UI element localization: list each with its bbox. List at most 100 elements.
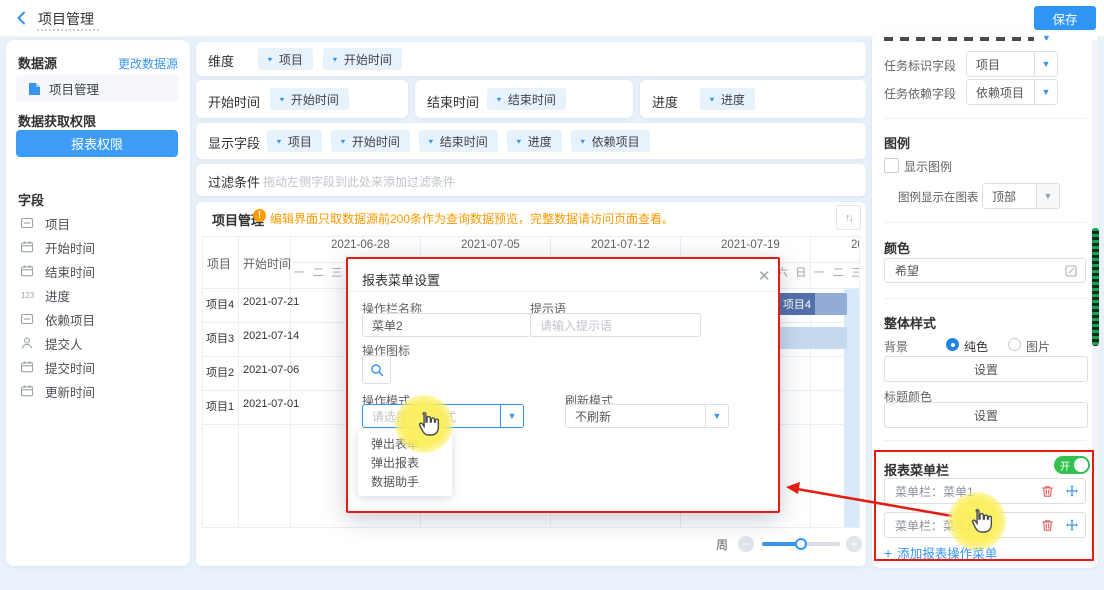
filter-placeholder[interactable]: 拖动左侧字段到此处来添加过滤条件 bbox=[263, 173, 455, 190]
task-dep-label: 任务依赖字段 bbox=[884, 85, 956, 102]
field-label: 进度 bbox=[45, 286, 70, 305]
zoom-unit-label: 周 bbox=[716, 536, 728, 553]
name-input[interactable]: 菜单2 bbox=[362, 313, 531, 337]
dimension-pills: ▼项目 ▼开始时间 bbox=[258, 48, 402, 70]
bg-set-button[interactable]: 设置 bbox=[884, 356, 1088, 382]
field-pill[interactable]: ▼依赖项目 bbox=[571, 130, 650, 152]
dropdown-option-弹出报表[interactable]: 弹出报表 bbox=[358, 453, 452, 472]
field-pill[interactable]: ▼开始时间 bbox=[270, 88, 349, 110]
color-title: 颜色 bbox=[884, 238, 910, 257]
search-icon bbox=[370, 363, 384, 377]
week-label: 2021-06-28 bbox=[331, 239, 390, 251]
caret-down-icon: ▼ bbox=[1036, 184, 1059, 208]
field-pill[interactable]: ▼开始时间 bbox=[331, 130, 410, 152]
gantt-row-start: 2021-07-14 bbox=[243, 330, 299, 342]
weekday-label: 二 bbox=[309, 264, 328, 280]
caret-down-icon: ▼ bbox=[275, 137, 283, 144]
sidebar-field-依赖项目[interactable]: 依赖项目 bbox=[20, 307, 180, 331]
field-pill[interactable]: ▼进度 bbox=[700, 88, 755, 110]
radio-solid-label: 纯色 bbox=[964, 338, 988, 355]
radio-image[interactable] bbox=[1008, 338, 1021, 351]
progress-pill-wrap: ▼进度 bbox=[700, 88, 755, 110]
panel-scrollbar-thumb[interactable] bbox=[1092, 228, 1099, 346]
toggle-on-label: 开 bbox=[1060, 458, 1070, 473]
caret-down-icon: ▼ bbox=[705, 405, 728, 427]
save-button[interactable]: 保存 bbox=[1034, 6, 1096, 30]
toggle-knob bbox=[1074, 458, 1088, 472]
field-pill[interactable]: ▼结束时间 bbox=[419, 130, 498, 152]
icon-picker-button[interactable] bbox=[362, 355, 391, 384]
legend-checkbox[interactable] bbox=[884, 158, 899, 173]
week-label: 2021-07-26 bbox=[851, 239, 859, 251]
radio-solid[interactable] bbox=[946, 338, 959, 351]
style-title: 整体样式 bbox=[884, 313, 936, 332]
back-icon[interactable] bbox=[14, 10, 30, 26]
end-pill-wrap: ▼结束时间 bbox=[487, 88, 566, 110]
close-icon[interactable]: ✕ bbox=[758, 267, 771, 285]
legend-pos-select[interactable]: 顶部▼ bbox=[982, 183, 1060, 209]
edit-icon[interactable] bbox=[1065, 265, 1077, 277]
dropdown-option-数据助手[interactable]: 数据助手 bbox=[358, 472, 452, 491]
field-pill[interactable]: ▼开始时间 bbox=[323, 48, 402, 70]
sort-icon[interactable]: ↑↓ bbox=[836, 205, 861, 230]
weekday-label: 一 bbox=[810, 264, 829, 280]
field-label: 提交人 bbox=[45, 334, 83, 353]
gantt-row-start: 2021-07-06 bbox=[243, 364, 299, 376]
caret-down-icon: ▼ bbox=[1034, 80, 1057, 104]
field-pill[interactable]: ▼进度 bbox=[507, 130, 562, 152]
field-pill[interactable]: ▼项目 bbox=[258, 48, 313, 70]
datasource-item[interactable]: 项目管理 bbox=[16, 75, 178, 102]
sidebar-field-结束时间[interactable]: 结束时间 bbox=[20, 259, 180, 283]
bg-label: 背景 bbox=[884, 338, 908, 355]
zoom-in-button[interactable]: + bbox=[846, 536, 862, 552]
caret-down-icon: ▼ bbox=[339, 137, 347, 144]
sidebar-field-进度[interactable]: 123进度 bbox=[20, 283, 180, 307]
divider bbox=[884, 440, 1086, 441]
task-dep-select[interactable]: 依赖项目▼ bbox=[966, 79, 1058, 105]
caret-down-icon: ▼ bbox=[1034, 52, 1057, 76]
sidebar-field-项目[interactable]: 项目 bbox=[20, 211, 180, 235]
task-id-select[interactable]: 项目▼ bbox=[966, 51, 1058, 77]
person-icon bbox=[20, 336, 36, 350]
report-menu-toggle[interactable]: 开 bbox=[1054, 456, 1090, 474]
sidebar-field-更新时间[interactable]: 更新时间 bbox=[20, 379, 180, 403]
change-datasource-link[interactable]: 更改数据源 bbox=[106, 55, 178, 72]
sidebar-field-开始时间[interactable]: 开始时间 bbox=[20, 235, 180, 259]
sidebar-field-提交人[interactable]: 提交人 bbox=[20, 331, 180, 355]
gantt-row-project: 项目3 bbox=[206, 330, 234, 346]
col-project-header: 项目 bbox=[207, 255, 231, 272]
tip-input[interactable]: 请输入提示语 bbox=[530, 313, 701, 337]
refresh-select[interactable]: 不刷新▼ bbox=[565, 404, 729, 428]
gantt-row-project: 项目2 bbox=[206, 364, 234, 380]
report-perm-button[interactable]: 报表权限 bbox=[16, 130, 178, 157]
gantt-row-start: 2021-07-01 bbox=[243, 398, 299, 410]
week-gridline bbox=[810, 236, 811, 528]
field-pill[interactable]: ▼项目 bbox=[267, 130, 322, 152]
column-divider bbox=[238, 236, 239, 528]
move-icon[interactable] bbox=[1059, 518, 1085, 532]
sidebar-field-提交时间[interactable]: 提交时间 bbox=[20, 355, 180, 379]
field-pill[interactable]: ▼结束时间 bbox=[487, 88, 566, 110]
caret-down-icon: ▼ bbox=[266, 55, 274, 62]
weekday-label: 二 bbox=[829, 264, 848, 280]
zoom-out-button[interactable]: − bbox=[738, 536, 754, 552]
modal-title: 报表菜单设置 bbox=[362, 270, 440, 289]
chart-warning: 编辑界面只取数据源前200条作为查询数据预览，完整数据请访问页面查看。 bbox=[270, 210, 674, 227]
zoom-slider-thumb[interactable] bbox=[795, 538, 807, 550]
trash-icon[interactable] bbox=[1035, 519, 1059, 532]
caret-down-icon: ▼ bbox=[515, 137, 523, 144]
fields-list: 项目开始时间结束时间123进度依赖项目提交人提交时间更新时间 bbox=[20, 211, 180, 403]
week-label: 2021-07-12 bbox=[591, 239, 650, 251]
progress-label: 进度 bbox=[652, 92, 678, 111]
highlight-column bbox=[844, 289, 859, 527]
trash-icon[interactable] bbox=[1035, 485, 1059, 498]
col-start-header: 开始时间 bbox=[243, 255, 291, 272]
color-scheme-field[interactable]: 希望 bbox=[884, 258, 1086, 283]
plus-icon: + bbox=[884, 545, 892, 561]
caret-down-icon: ▼ bbox=[278, 95, 286, 102]
field-label: 依赖项目 bbox=[45, 310, 95, 329]
field-label: 提交时间 bbox=[45, 358, 95, 377]
modal-divider bbox=[348, 291, 778, 292]
title-color-set-button[interactable]: 设置 bbox=[884, 402, 1088, 428]
move-icon[interactable] bbox=[1059, 484, 1085, 498]
